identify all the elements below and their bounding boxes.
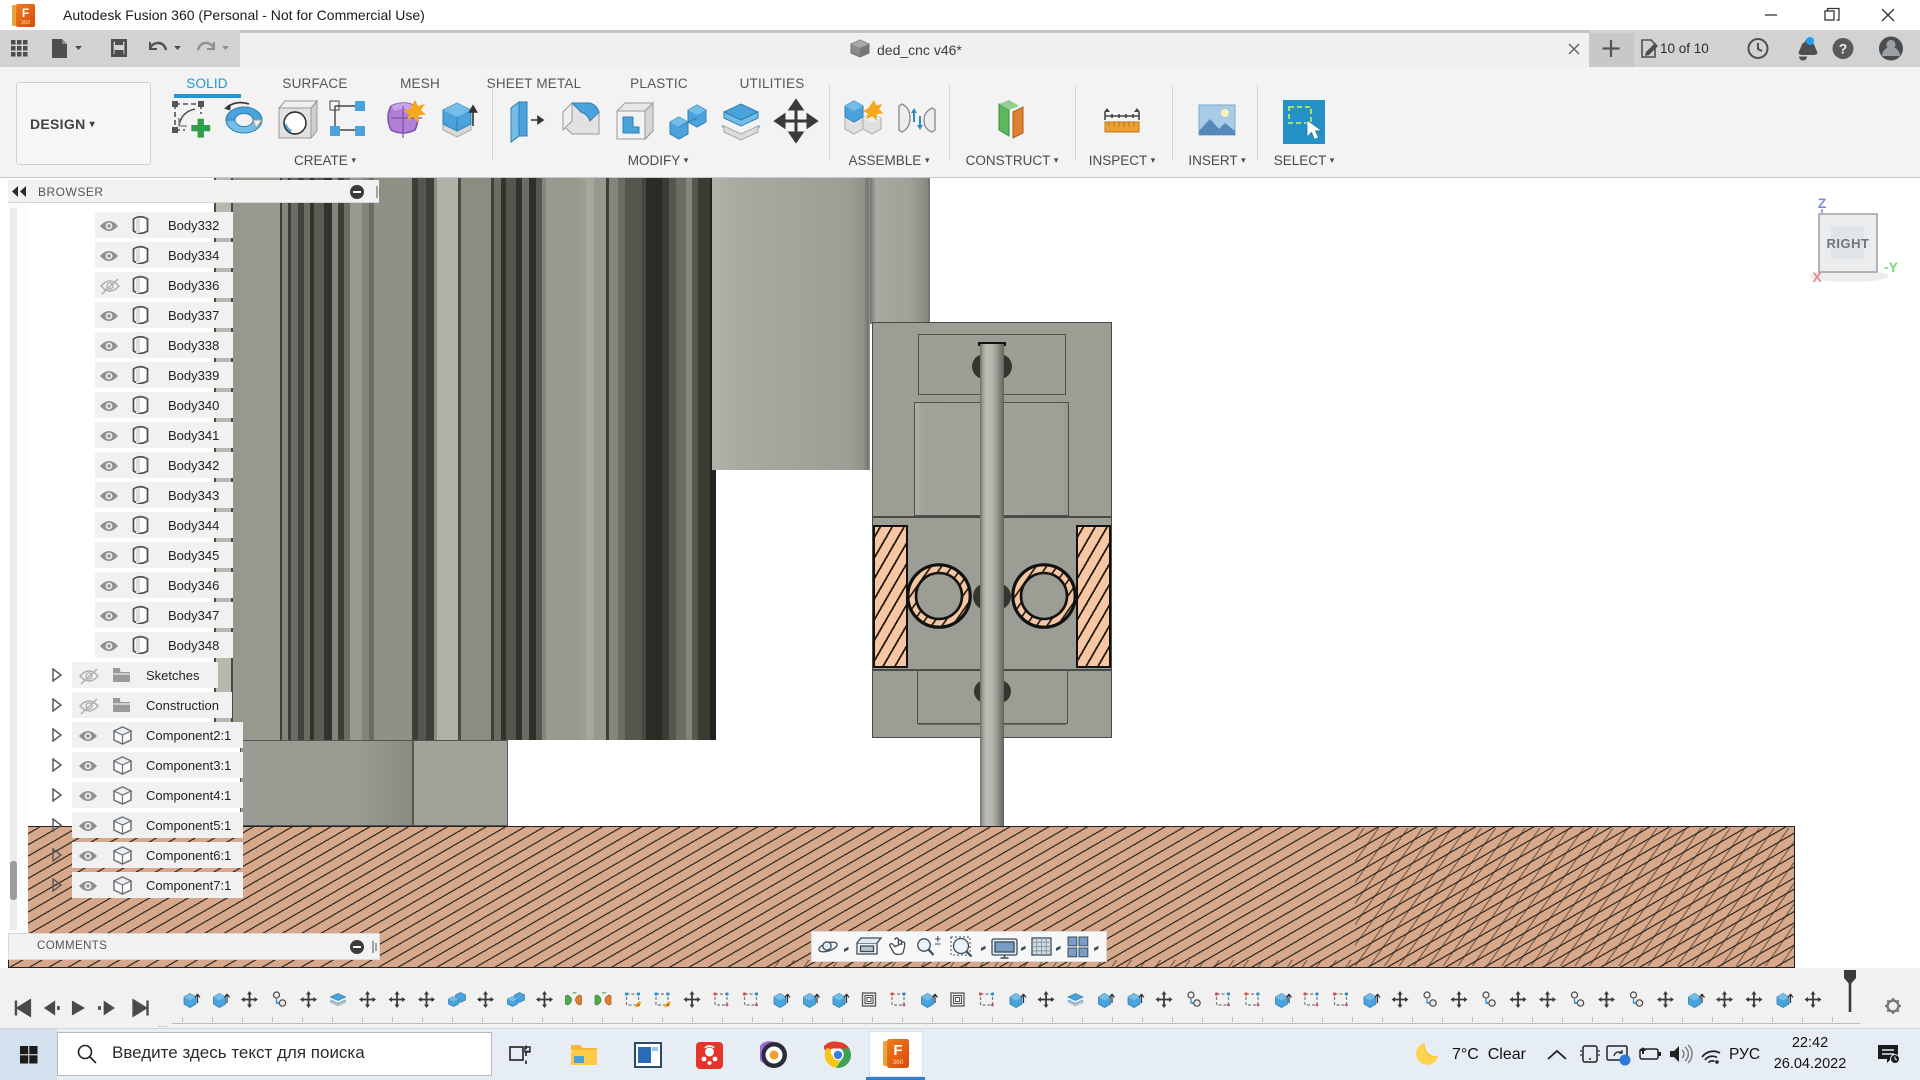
svg-text:F: F: [22, 6, 29, 20]
svg-text:360: 360: [21, 20, 30, 26]
svg-text:F: F: [893, 1042, 902, 1059]
svg-text:-Y: -Y: [1884, 259, 1899, 275]
svg-text:X: X: [1812, 269, 1822, 285]
svg-text:360: 360: [893, 1059, 904, 1066]
svg-text:RIGHT: RIGHT: [1827, 236, 1870, 251]
svg-text:Z: Z: [1818, 195, 1827, 211]
svg-text:?: ?: [1839, 41, 1848, 57]
